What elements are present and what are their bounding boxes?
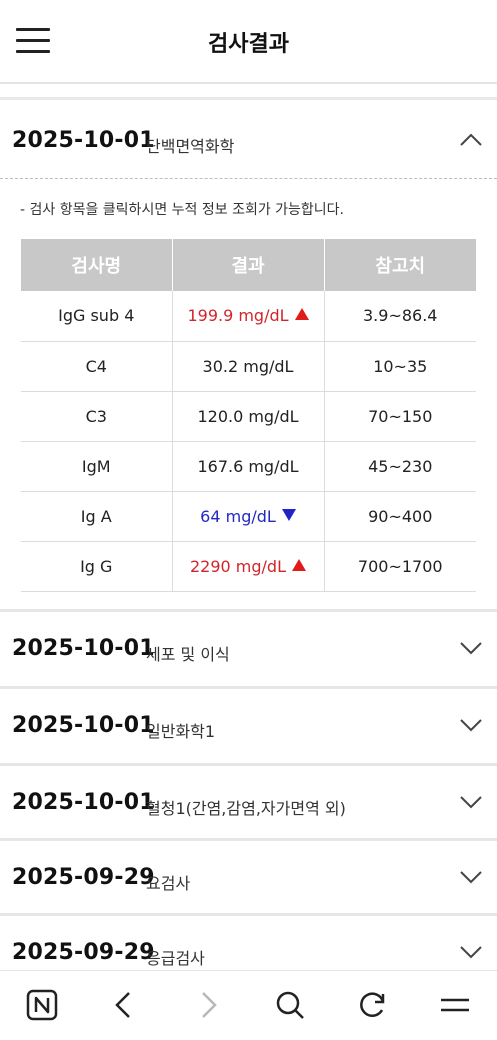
reference-cell: 3.9~86.4 xyxy=(324,291,476,342)
refresh-icon xyxy=(360,992,385,1017)
section-category: 응급검사 xyxy=(146,949,205,968)
section-category: 일반화학1 xyxy=(146,722,216,741)
result-value: 167.6 mg/dL xyxy=(197,456,299,476)
test-name-cell: IgG sub 4 xyxy=(21,291,173,342)
results-table: 검사명 결과 참고치 IgG sub 4 199.9 mg/dL 3.9~86.… xyxy=(21,239,476,592)
section-date: 2025-09-29 xyxy=(12,865,155,890)
result-value: 64 mg/dL xyxy=(200,506,276,526)
result-value: 199.9 mg/dL xyxy=(187,306,289,326)
test-name-cell: IgM xyxy=(21,441,173,492)
section-header-toggle[interactable]: 2025-10-01 혈청1(간염,감염,자가면역 외) xyxy=(0,766,497,840)
chevron-down-icon xyxy=(460,719,482,732)
table-row[interactable]: Ig A 64 mg/dL 90~400 xyxy=(21,491,476,542)
result-section-collapsed: 2025-09-29 요검사 xyxy=(0,841,497,915)
result-value: 2290 mg/dL xyxy=(189,556,286,576)
section-category: 단백면역화학 xyxy=(146,137,235,156)
reference-cell: 90~400 xyxy=(324,491,476,542)
forward-icon xyxy=(202,992,217,1018)
naver-home-button[interactable] xyxy=(24,987,60,1023)
section-header-toggle[interactable]: 2025-10-01 일반화학1 xyxy=(0,689,497,763)
section-header-toggle[interactable]: 2025-09-29 응급검사 xyxy=(0,916,497,970)
column-header-result: 결과 xyxy=(172,239,325,291)
page-title: 검사결과 xyxy=(208,32,289,57)
chevron-down-icon xyxy=(460,871,482,884)
top-spacer xyxy=(0,86,497,100)
test-name-cell: C3 xyxy=(21,391,173,442)
result-value: 120.0 mg/dL xyxy=(197,406,299,426)
table-row[interactable]: Ig G 2290 mg/dL 700~1700 xyxy=(21,541,476,592)
result-section-collapsed: 2025-10-01 혈청1(간염,감염,자가면역 외) xyxy=(0,766,497,840)
result-cell: 199.9 mg/dL xyxy=(172,291,325,342)
result-section-expanded: 2025-10-01 단백면역화학 - 검사 항목을 클릭하시면 누적 정보 조… xyxy=(0,104,497,608)
table-row[interactable]: IgM 167.6 mg/dL 45~230 xyxy=(21,441,476,492)
browser-menu-button[interactable] xyxy=(437,987,473,1023)
chevron-down-icon xyxy=(460,642,482,655)
table-row[interactable]: C3 120.0 mg/dL 70~150 xyxy=(21,391,476,442)
result-value: 30.2 mg/dL xyxy=(202,356,294,376)
result-cell: 2290 mg/dL xyxy=(172,541,325,592)
result-cell: 167.6 mg/dL xyxy=(172,441,325,492)
test-name-cell: C4 xyxy=(21,341,173,392)
high-flag-icon xyxy=(294,308,309,321)
column-header-test-name: 검사명 xyxy=(21,239,173,291)
reference-cell: 70~150 xyxy=(324,391,476,442)
chevron-down-icon xyxy=(460,946,482,959)
result-section-collapsed: 2025-10-01 세포 및 이식 xyxy=(0,612,497,686)
app-header: 검사결과 xyxy=(0,0,497,84)
section-date: 2025-09-29 xyxy=(12,940,155,965)
forward-button[interactable] xyxy=(190,987,226,1023)
low-flag-icon xyxy=(281,508,296,521)
reference-cell: 10~35 xyxy=(324,341,476,392)
test-name-cell: Ig G xyxy=(21,541,173,592)
search-icon xyxy=(276,991,304,1019)
result-cell: 64 mg/dL xyxy=(172,491,325,542)
table-row[interactable]: C4 30.2 mg/dL 10~35 xyxy=(21,341,476,392)
high-flag-icon xyxy=(292,558,306,571)
naver-n-icon xyxy=(26,989,58,1021)
result-cell: 30.2 mg/dL xyxy=(172,341,325,392)
search-button[interactable] xyxy=(272,987,308,1023)
chevron-down-icon xyxy=(460,796,482,809)
section-header-toggle[interactable]: 2025-10-01 세포 및 이식 xyxy=(0,612,497,686)
reference-cell: 700~1700 xyxy=(324,541,476,592)
section-hint-text: - 검사 항목을 클릭하시면 누적 정보 조회가 가능합니다. xyxy=(20,202,345,218)
section-category: 혈청1(간염,감염,자가면역 외) xyxy=(146,799,346,818)
menu-icon xyxy=(441,998,469,1012)
reference-cell: 45~230 xyxy=(324,441,476,492)
result-section-collapsed: 2025-10-01 일반화학1 xyxy=(0,689,497,763)
section-date: 2025-10-01 xyxy=(12,713,155,738)
section-date: 2025-10-01 xyxy=(12,636,155,661)
back-icon xyxy=(115,992,130,1018)
section-date: 2025-10-01 xyxy=(12,128,155,153)
back-button[interactable] xyxy=(106,987,142,1023)
section-category: 요검사 xyxy=(146,874,191,893)
browser-toolbar xyxy=(0,970,497,1040)
table-row[interactable]: IgG sub 4 199.9 mg/dL 3.9~86.4 xyxy=(21,291,476,342)
section-body: - 검사 항목을 클릭하시면 누적 정보 조회가 가능합니다. 검사명 결과 참… xyxy=(0,178,497,608)
section-date: 2025-10-01 xyxy=(12,790,155,815)
result-section-collapsed: 2025-09-29 응급검사 xyxy=(0,916,497,970)
section-category: 세포 및 이식 xyxy=(146,645,230,664)
chevron-up-icon xyxy=(460,133,482,146)
column-header-reference: 참고치 xyxy=(324,239,476,291)
refresh-button[interactable] xyxy=(355,987,391,1023)
test-name-cell: Ig A xyxy=(21,491,173,542)
result-cell: 120.0 mg/dL xyxy=(172,391,325,442)
section-header-toggle[interactable]: 2025-10-01 단백면역화학 xyxy=(0,104,497,178)
section-header-toggle[interactable]: 2025-09-29 요검사 xyxy=(0,841,497,915)
table-header-row: 검사명 결과 참고치 xyxy=(21,239,476,291)
